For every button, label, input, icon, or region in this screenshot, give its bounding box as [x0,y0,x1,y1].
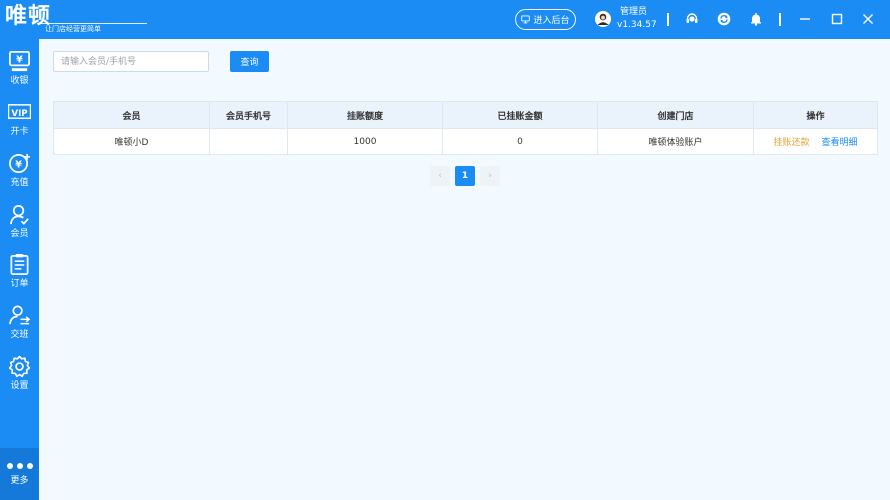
sidebar-item-label: 交班 [10,330,29,340]
view-detail-link[interactable]: 查看明细 [822,135,858,148]
monitor-icon [521,15,531,24]
next-page-button[interactable]: › [480,166,500,186]
sidebar-item-label: 开卡 [10,127,29,137]
query-button[interactable]: 查询 [230,51,269,72]
member-cell: 唯顿小D [54,129,210,154]
svg-text:VIP: VIP [11,109,27,119]
column-header: 创建门店 [598,102,754,128]
sidebar-item-label: 设置 [10,381,29,391]
sidebar-item-cashier[interactable]: ¥ 收银 [0,48,39,92]
sidebar-item-label: 会员 [10,229,29,239]
order-icon [10,253,29,275]
column-header: 会员 [54,102,210,128]
close-icon[interactable] [860,11,876,27]
column-header: 挂账额度 [288,102,443,128]
phone-cell [210,129,288,154]
vip-card-icon: VIP [8,104,31,120]
divider [667,13,669,26]
actions-cell: 挂账还款 查看明细 [754,129,877,154]
credit-table: 会员 会员手机号 挂账额度 已挂账金额 创建门店 操作 唯顿小D 1000 0 … [53,101,878,155]
user-name: 管理员 [620,7,648,17]
brand-underline [39,23,147,24]
sidebar: ¥ 收银 VIP 开卡 ¥ 充值 会员 订单 交班 设置 更多 [0,39,39,500]
recharge-icon: ¥ [9,153,31,173]
page-number[interactable]: 1 [455,166,475,186]
sidebar-item-open-card[interactable]: VIP 开卡 [0,99,39,143]
cashier-icon: ¥ [9,51,30,72]
shift-handover-icon [9,305,31,325]
table-row: 唯顿小D 1000 0 唯顿体验账户 挂账还款 查看明细 [54,128,877,154]
minimize-icon[interactable] [797,11,813,27]
sidebar-item-label: 收银 [10,76,29,86]
sidebar-item-member[interactable]: 会员 [0,201,39,245]
table-header: 会员 会员手机号 挂账额度 已挂账金额 创建门店 操作 [54,102,877,128]
svg-text:¥: ¥ [16,54,23,65]
column-header: 操作 [806,111,825,122]
sidebar-item-order[interactable]: 订单 [0,251,39,295]
settings-icon [8,355,31,378]
repay-link[interactable]: 挂账还款 [773,135,809,148]
avatar[interactable] [595,11,611,27]
enter-backend-label: 进入后台 [533,16,570,26]
sidebar-item-shift-handover[interactable]: 交班 [0,302,39,346]
sidebar-item-label: 充值 [10,178,29,188]
column-header: 会员手机号 [210,102,288,128]
bell-icon[interactable] [748,11,764,27]
sidebar-item-recharge[interactable]: ¥ 充值 [0,150,39,194]
sidebar-item-more[interactable]: 更多 [0,448,39,492]
column-header: 已挂账金额 [443,102,598,128]
customer-service-icon[interactable] [684,11,700,27]
sidebar-item-label: 订单 [10,279,29,289]
enter-backend-button[interactable]: 进入后台 [515,9,576,30]
credited-amount-cell: 0 [443,129,598,154]
search-input[interactable] [53,51,209,72]
member-icon [10,205,29,225]
pagination: ‹ 1 › [430,166,500,186]
store-cell: 唯顿体验账户 [598,129,754,154]
prev-page-button[interactable]: ‹ [430,166,450,186]
divider [779,13,781,26]
app-version: v1.34.57 [617,20,657,30]
maximize-icon[interactable] [829,11,845,27]
top-bar: 唯顿 让门店经营更简单 进入后台 管理员 v1.34.57 [0,0,890,39]
brand-slogan: 让门店经营更简单 [45,25,101,33]
credit-limit-cell: 1000 [288,129,443,154]
refresh-icon[interactable] [716,11,732,27]
sidebar-item-settings[interactable]: 设置 [0,353,39,397]
svg-text:¥: ¥ [15,159,22,170]
sidebar-more-label: 更多 [10,476,29,486]
